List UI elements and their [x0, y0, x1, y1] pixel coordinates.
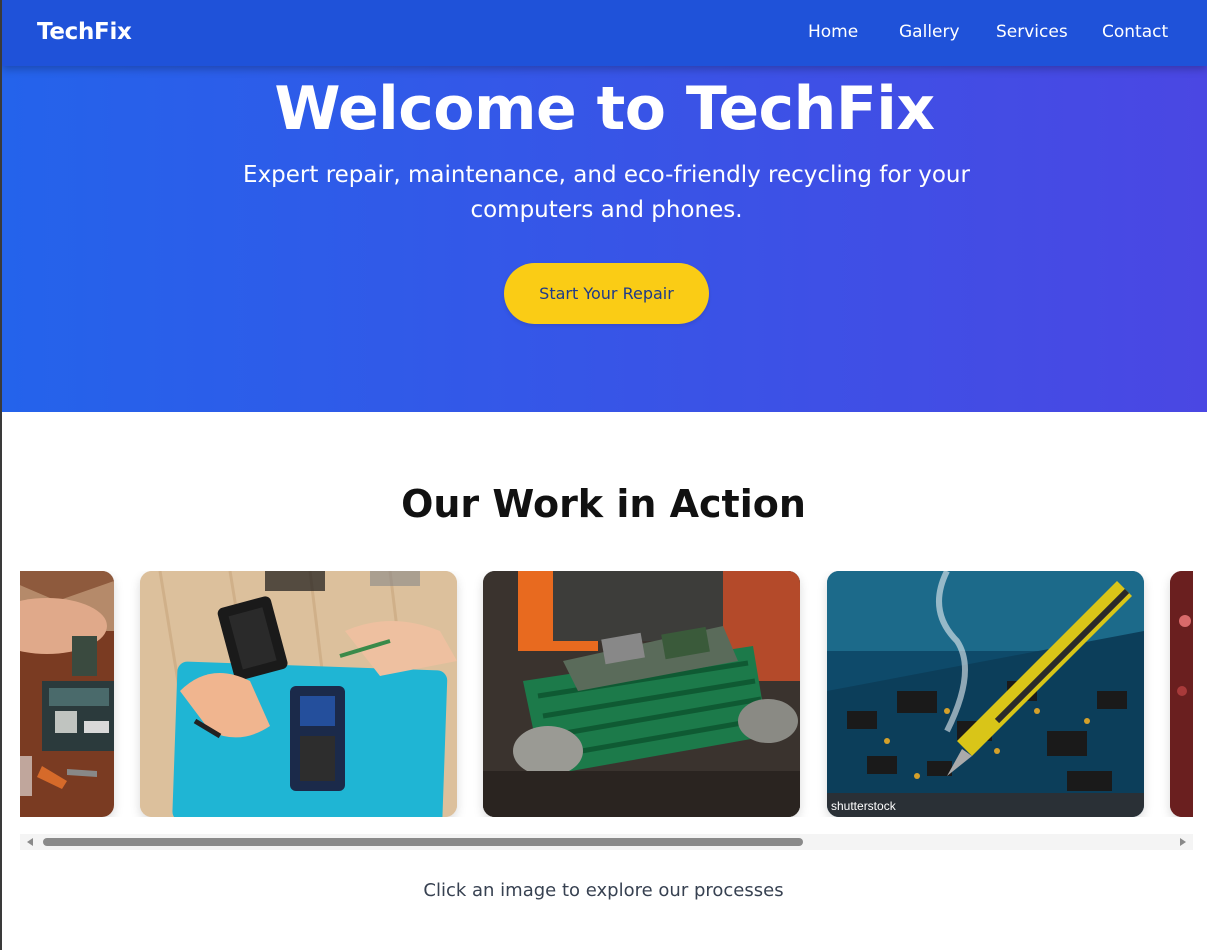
scroll-right-arrow-icon[interactable] — [1180, 838, 1186, 846]
hero-subtitle: Expert repair, maintenance, and eco-frie… — [243, 162, 970, 223]
gallery-title: Our Work in Action — [401, 482, 806, 526]
gallery-image-motherboard[interactable] — [20, 571, 114, 817]
gallery-image-ewaste-recycling[interactable] — [483, 571, 800, 817]
nav-link-contact[interactable]: Contact — [1102, 22, 1168, 42]
window-border — [0, 0, 2, 950]
scroll-left-arrow-icon[interactable] — [27, 838, 33, 846]
nav-link-gallery[interactable]: Gallery — [899, 22, 960, 42]
watermark-text: shutterstock — [831, 799, 897, 813]
nav-link-home[interactable]: Home — [808, 22, 858, 42]
hero-title: Welcome to TechFix — [274, 74, 935, 144]
image-carousel[interactable]: shutterstock — [20, 571, 1193, 817]
nav-link-services[interactable]: Services — [996, 22, 1068, 42]
carousel-scrollbar[interactable] — [20, 834, 1193, 850]
scrollbar-thumb[interactable] — [43, 838, 803, 846]
brand-logo[interactable]: TechFix — [37, 19, 132, 45]
navbar: TechFix Home Gallery Services Contact — [2, 0, 1207, 66]
gallery-image-phone-repair[interactable] — [140, 571, 457, 817]
gallery-image-partial[interactable] — [1170, 571, 1193, 817]
gallery-caption: Click an image to explore our processes — [423, 880, 784, 901]
start-repair-button[interactable]: Start Your Repair — [504, 263, 709, 324]
gallery-image-soldering[interactable]: shutterstock — [827, 571, 1144, 817]
